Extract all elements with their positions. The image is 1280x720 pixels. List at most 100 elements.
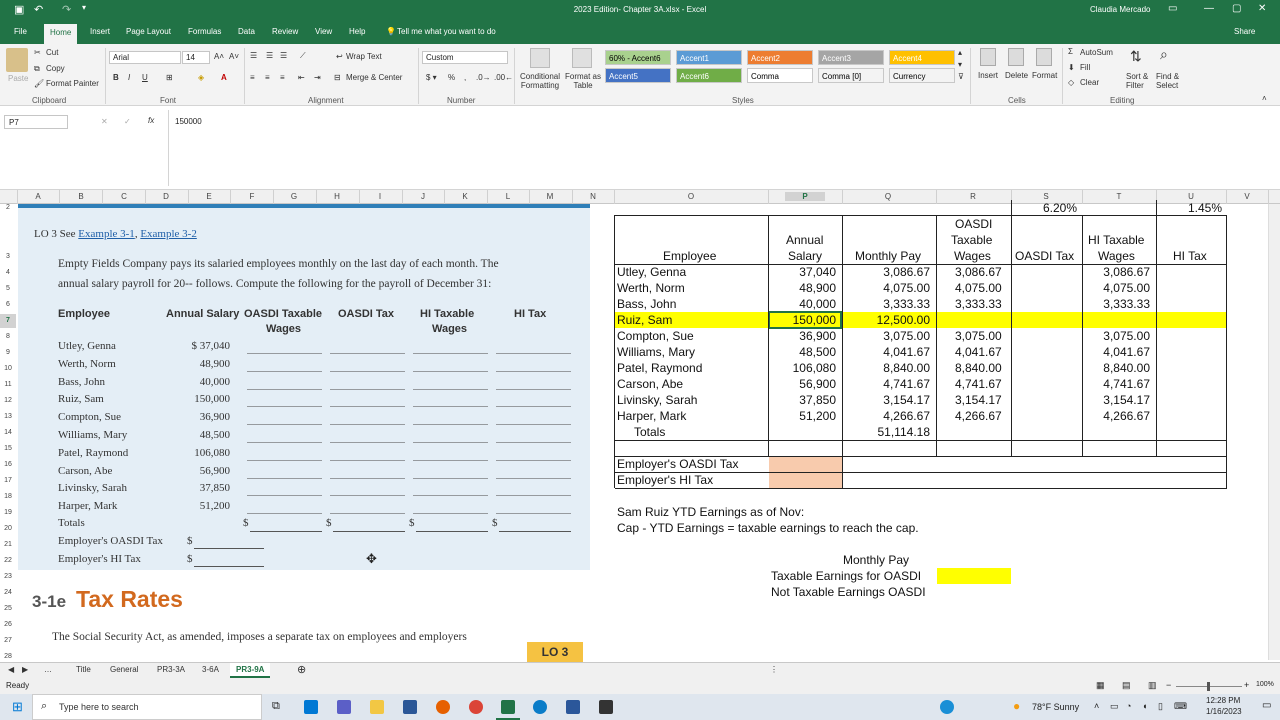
- row-header[interactable]: 18: [0, 490, 16, 504]
- employer-hi-label[interactable]: Employer's HI Tax: [617, 472, 713, 488]
- row-header[interactable]: 6: [0, 298, 16, 312]
- hi-rate-cell[interactable]: 1.45%: [1188, 200, 1222, 216]
- ribbon-display-icon[interactable]: ▭: [1168, 3, 1177, 14]
- row-header[interactable]: 21: [0, 538, 16, 552]
- annual-salary-cell[interactable]: 51,200: [768, 408, 836, 424]
- monthly-pay-cell[interactable]: 3,086.67: [842, 264, 930, 280]
- column-header[interactable]: K: [445, 192, 485, 201]
- oasdi-wages-cell[interactable]: 4,741.67: [955, 376, 1002, 392]
- add-sheet-icon[interactable]: ⊕: [297, 663, 306, 676]
- row-header[interactable]: 11: [0, 378, 16, 392]
- weather-text[interactable]: 78°F Sunny: [1032, 702, 1079, 712]
- accessibility-icon[interactable]: [940, 700, 954, 714]
- next-sheet-icon[interactable]: ▶: [22, 665, 28, 674]
- totals-label[interactable]: Totals: [634, 424, 665, 440]
- oasdi-wages-cell[interactable]: 4,041.67: [955, 344, 1002, 360]
- orientation-icon[interactable]: ⟋: [300, 51, 306, 61]
- bold-icon[interactable]: B: [113, 73, 119, 82]
- sort-filter-icon[interactable]: ⇅: [1130, 48, 1142, 65]
- tab-page-layout[interactable]: Page Layout: [126, 27, 171, 36]
- sheet-tab-title[interactable]: Title: [76, 665, 91, 674]
- hi-wages-cell[interactable]: 4,741.67: [1082, 376, 1150, 392]
- oasdi-wages-cell[interactable]: 3,333.33: [955, 296, 1002, 312]
- hi-wages-cell[interactable]: 3,086.67: [1082, 264, 1150, 280]
- cell-style-chip[interactable]: Accent1: [676, 50, 742, 65]
- not-taxable-oasdi-label[interactable]: Not Taxable Earnings OASDI: [771, 584, 926, 600]
- share-button[interactable]: Share: [1234, 27, 1255, 36]
- column-header[interactable]: O: [671, 192, 711, 201]
- tab-split-icon[interactable]: ⋮: [770, 665, 778, 674]
- monthly-pay-cell[interactable]: 4,075.00: [842, 280, 930, 296]
- zoom-level[interactable]: 100%: [1256, 681, 1274, 688]
- font-size-select[interactable]: 14: [182, 51, 210, 64]
- oasdi-wages-cell[interactable]: 8,840.00: [955, 360, 1002, 376]
- edge-icon[interactable]: [533, 700, 547, 714]
- cell-style-chip[interactable]: Comma: [747, 68, 813, 83]
- styles-scroll-down-icon[interactable]: ▾: [958, 60, 962, 69]
- employer-oasdi-label[interactable]: Employer's OASDI Tax: [617, 456, 738, 472]
- scissors-icon[interactable]: ✂: [34, 48, 41, 57]
- formula-input[interactable]: 150000: [175, 117, 202, 126]
- column-header[interactable]: L: [488, 192, 528, 201]
- conditional-formatting-icon[interactable]: [530, 48, 550, 68]
- monthly-pay-cell[interactable]: 4,741.67: [842, 376, 930, 392]
- format-painter-button[interactable]: Format Painter: [46, 79, 99, 88]
- employee-name-cell[interactable]: Patel, Raymond: [617, 360, 702, 376]
- row-header[interactable]: 22: [0, 554, 16, 568]
- excel-taskbar-icon[interactable]: [501, 700, 515, 714]
- header-monthly-pay[interactable]: Monthly Pay: [855, 248, 921, 264]
- annual-salary-cell[interactable]: 48,500: [768, 344, 836, 360]
- employee-name-cell[interactable]: Williams, Mary: [617, 344, 695, 360]
- column-header[interactable]: P: [785, 192, 825, 201]
- find-select-icon[interactable]: ⌕: [1160, 46, 1168, 63]
- cell-style-chip[interactable]: Currency: [889, 68, 955, 83]
- row-header[interactable]: 9: [0, 346, 16, 360]
- maximize-icon[interactable]: ▢: [1232, 3, 1241, 14]
- paste-icon[interactable]: [6, 48, 28, 72]
- minimize-icon[interactable]: —: [1204, 3, 1214, 14]
- row-header[interactable]: 23: [0, 570, 16, 584]
- header-hi-taxable[interactable]: HI Taxable: [1088, 232, 1144, 248]
- employee-name-cell[interactable]: Utley, Genna: [617, 264, 686, 280]
- monthly-pay-cell[interactable]: 3,154.17: [842, 392, 930, 408]
- format-painter-icon[interactable]: 🖌: [34, 79, 44, 88]
- totals-monthly[interactable]: 51,114.18: [842, 424, 931, 440]
- annual-salary-cell[interactable]: 37,040: [768, 264, 836, 280]
- row-header[interactable]: 2: [0, 204, 16, 214]
- textbook-problem-image[interactable]: LO 3 See Example 3-1, Example 3-2 Empty …: [18, 204, 590, 570]
- column-header[interactable]: N: [573, 192, 613, 201]
- autosum-icon[interactable]: Σ: [1068, 47, 1073, 56]
- row-header[interactable]: 25: [0, 602, 16, 616]
- employee-name-cell[interactable]: Harper, Mark: [617, 408, 686, 424]
- annual-salary-cell[interactable]: 37,850: [768, 392, 836, 408]
- column-header[interactable]: I: [360, 192, 400, 201]
- header-annual[interactable]: Annual: [786, 232, 823, 248]
- column-header[interactable]: Q: [868, 192, 908, 201]
- grow-font-icon[interactable]: A˄: [214, 52, 224, 61]
- shrink-font-icon[interactable]: A˅: [229, 52, 239, 61]
- clock-date[interactable]: 1/16/2023: [1206, 707, 1242, 716]
- oasdi-wages-cell[interactable]: 3,086.67: [955, 264, 1002, 280]
- tab-view[interactable]: View: [315, 27, 332, 36]
- format-as-table-button[interactable]: Format as Table: [564, 72, 602, 90]
- column-header[interactable]: E: [189, 192, 229, 201]
- prev-sheet-icon[interactable]: ◀: [8, 665, 14, 674]
- tab-formulas[interactable]: Formulas: [188, 27, 221, 36]
- align-center-icon[interactable]: ≡: [265, 73, 270, 82]
- zoom-in-icon[interactable]: +: [1244, 680, 1249, 690]
- delete-cells-button[interactable]: Delete: [1005, 71, 1028, 80]
- annual-salary-cell[interactable]: 36,900: [768, 328, 836, 344]
- align-right-icon[interactable]: ≡: [280, 73, 285, 82]
- cell-style-chip[interactable]: Accent4: [889, 50, 955, 65]
- hi-wages-cell[interactable]: 4,041.67: [1082, 344, 1150, 360]
- outlook-icon[interactable]: [304, 700, 318, 714]
- tab-file[interactable]: File: [14, 27, 27, 36]
- monthly-pay-cell[interactable]: 3,333.33: [842, 296, 930, 312]
- annual-salary-cell[interactable]: 48,900: [768, 280, 836, 296]
- conditional-formatting-button[interactable]: Conditional Formatting: [518, 72, 562, 90]
- oasdi-wages-cell[interactable]: 3,154.17: [955, 392, 1002, 408]
- task-view-icon[interactable]: ⧉: [272, 700, 280, 713]
- windows-start-icon[interactable]: ⊞: [12, 699, 23, 715]
- column-header[interactable]: F: [232, 192, 272, 201]
- row-header[interactable]: 20: [0, 522, 16, 536]
